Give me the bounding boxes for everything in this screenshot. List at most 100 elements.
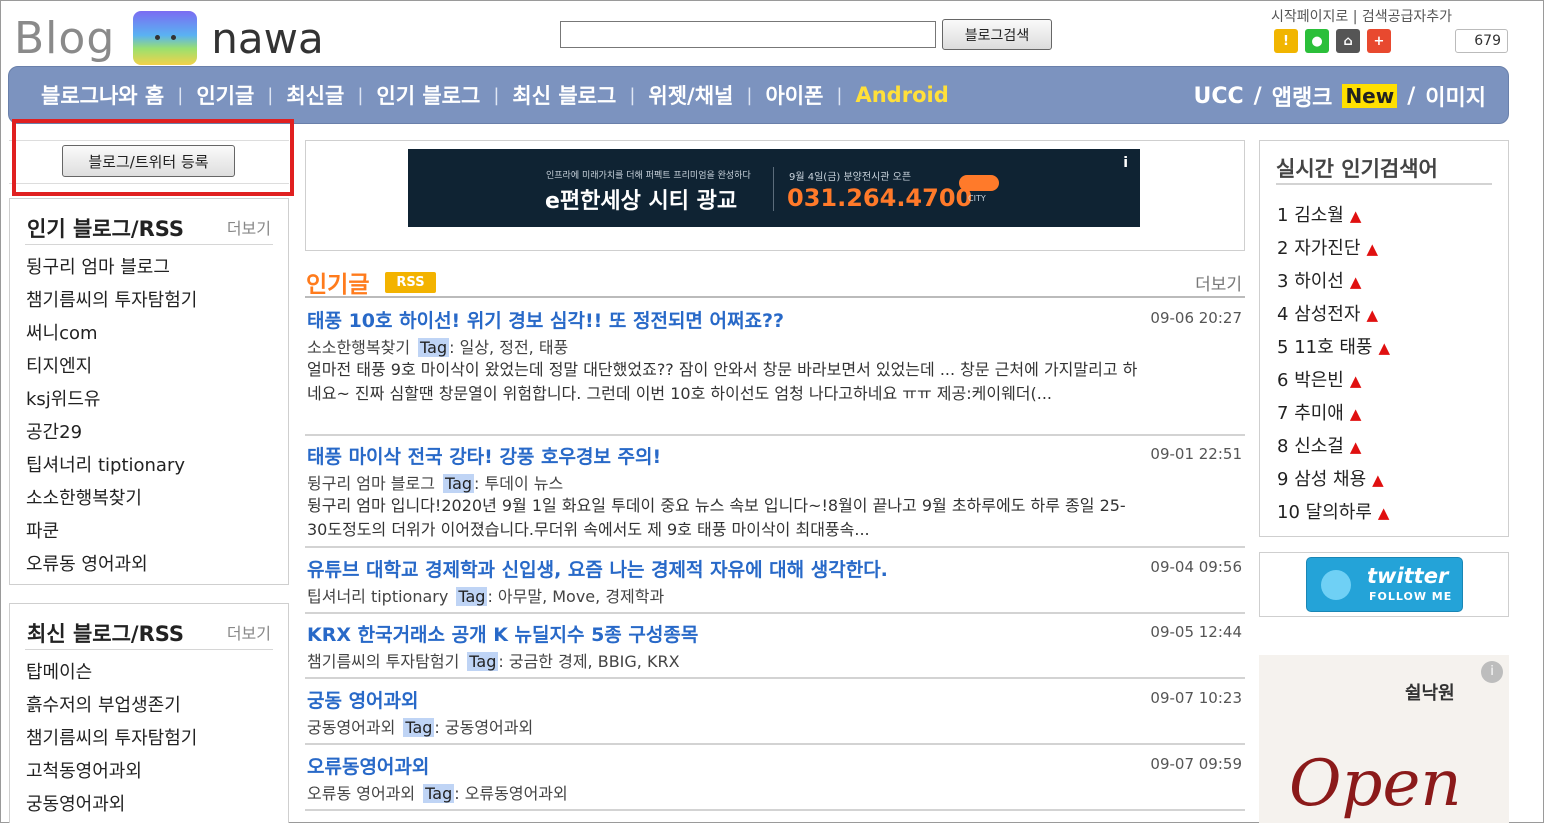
recent-blog-more-link[interactable]: 더보기 (227, 620, 271, 644)
list-item[interactable]: 궁동영어과외 (26, 788, 288, 821)
rank-term[interactable]: 자가진단 (1294, 238, 1360, 259)
post-tags[interactable]: : 궁금한 경제, BBIG, KRX (498, 652, 679, 671)
nav-latest-blogs[interactable]: 최신 블로그 (512, 80, 616, 110)
twitter-bird-icon (1321, 570, 1351, 600)
rank-item[interactable]: 8 신소걸 ▲ (1277, 430, 1390, 463)
rank-number: 1 (1277, 205, 1289, 226)
list-item[interactable]: 소소한행복찾기 (26, 482, 288, 515)
list-item[interactable]: 챔기름씨의 투자탐험기 (26, 722, 288, 755)
list-item[interactable]: 공간29 (26, 416, 288, 449)
post-blog-name[interactable]: 팁셔너리 tiptionary (307, 587, 448, 606)
rank-number: 9 (1277, 469, 1289, 490)
rank-item[interactable]: 2 자가진단 ▲ (1277, 232, 1390, 265)
nav-separator: | (267, 84, 274, 106)
post-title-link[interactable]: KRX 한국거래소 공개 K 뉴딜지수 5종 구성종목 (307, 620, 698, 647)
tag-label: Tag (403, 718, 435, 737)
list-item[interactable]: 챔기름씨의 투자탐험기 (26, 284, 288, 317)
post-title-link[interactable]: 태풍 마이삭 전국 강타! 강풍 호우경보 주의! (307, 442, 661, 469)
list-item[interactable]: 흙수저의 부업생존기 (26, 689, 288, 722)
post-date: 09-06 20:27 (1150, 309, 1242, 327)
twitter-follow-button[interactable]: twitter FOLLOW ME (1306, 557, 1463, 612)
nav-popular-posts[interactable]: 인기글 (196, 80, 254, 110)
site-logo[interactable]: Blog nawa (14, 10, 324, 66)
nav-ucc[interactable]: UCC (1194, 84, 1244, 109)
rank-up-icon: ▲ (1349, 372, 1362, 390)
ad-info-icon[interactable]: i (1481, 661, 1503, 683)
nav-android[interactable]: Android (855, 83, 948, 107)
open-ad-banner[interactable]: i 쉴낙원 Open (1259, 655, 1509, 823)
popular-blog-more-link[interactable]: 더보기 (227, 215, 271, 239)
list-item[interactable]: 고척동영어과외 (26, 755, 288, 788)
post-tags[interactable]: : 아무말, Move, 경제학과 (487, 587, 664, 606)
top-links[interactable]: 시작페이지로 | 검색공급자추가 (1271, 6, 1452, 26)
post-blog-name[interactable]: 소소한행복찾기 (307, 338, 410, 357)
list-item[interactable]: 오류동 영어과외 (26, 548, 288, 581)
post-tags[interactable]: : 오류동영어과외 (454, 784, 568, 803)
open-ad-text: Open (1289, 747, 1462, 821)
list-item[interactable]: 뒹구리 엄마 블로그 (26, 251, 288, 284)
rank-term[interactable]: 박은빈 (1294, 370, 1344, 391)
rank-number: 7 (1277, 403, 1289, 424)
rank-term[interactable]: 달의하루 (1306, 502, 1372, 523)
list-item[interactable]: 써니com (26, 317, 288, 350)
share-add-icon[interactable]: + (1367, 29, 1391, 53)
post-title-link[interactable]: 오류동영어과외 (307, 752, 429, 779)
rank-item[interactable]: 5 11호 태풍 ▲ (1277, 331, 1390, 364)
hot-posts-more-link[interactable]: 더보기 (1195, 270, 1242, 295)
list-item[interactable]: 티지엔지 (26, 350, 288, 383)
post-blog-name[interactable]: 오류동 영어과외 (307, 784, 415, 803)
list-item[interactable]: 탑메이슨 (26, 656, 288, 689)
rank-item[interactable]: 7 추미애 ▲ (1277, 397, 1390, 430)
rank-item[interactable]: 1 김소월 ▲ (1277, 199, 1390, 232)
rank-number: 3 (1277, 271, 1289, 292)
post-title-link[interactable]: 유튜브 대학교 경제학과 신입생, 요즘 나는 경제적 자유에 대해 생각한다. (307, 555, 888, 582)
post-title-link[interactable]: 궁동 영어과외 (307, 686, 419, 713)
post-meta: 궁동영어과외 Tag: 궁동영어과외 (307, 714, 533, 738)
post-title-link[interactable]: 태풍 10호 하이선! 위기 경보 심각!! 또 정전되면 어쩌죠?? (307, 306, 784, 333)
ad-banner[interactable]: 인프라에 미래가치를 더해 퍼펙트 프리미엄을 완성하다 e편한세상 시티 광교… (408, 149, 1140, 227)
ad-divider (773, 167, 774, 211)
rank-term[interactable]: 신소걸 (1294, 436, 1344, 457)
rank-item[interactable]: 9 삼성 채용 ▲ (1277, 463, 1390, 496)
rank-term[interactable]: 삼성전자 (1294, 304, 1360, 325)
share-home-icon[interactable]: ⌂ (1336, 29, 1360, 53)
nav-image[interactable]: 이미지 (1425, 80, 1486, 112)
list-item[interactable]: ksj위드유 (26, 383, 288, 416)
post-blog-name[interactable]: 궁동영어과외 (307, 718, 395, 737)
rss-badge[interactable]: RSS (385, 272, 436, 293)
rank-term[interactable]: 김소월 (1294, 205, 1344, 226)
rank-item[interactable]: 6 박은빈 ▲ (1277, 364, 1390, 397)
post-tags[interactable]: : 투데이 뉴스 (474, 474, 563, 493)
blog-search-button[interactable]: 블로그검색 (942, 19, 1052, 50)
nav-home[interactable]: 블로그나와 홈 (41, 80, 164, 110)
rank-term[interactable]: 삼성 채용 (1294, 469, 1366, 490)
ad-info-icon[interactable]: i (1123, 155, 1128, 171)
nav-apprank[interactable]: 앱랭크 (1272, 80, 1333, 112)
nav-latest-posts[interactable]: 최신글 (286, 80, 344, 110)
rank-item[interactable]: 3 하이선 ▲ (1277, 265, 1390, 298)
list-item[interactable]: 팁셔너리 tiptionary (26, 449, 288, 482)
recent-blog-box: 최신 블로그/RSS 더보기 탑메이슨 흙수저의 부업생존기 챔기름씨의 투자탐… (9, 603, 289, 823)
rank-term[interactable]: 11호 태풍 (1294, 337, 1372, 358)
rank-up-icon: ▲ (1377, 504, 1390, 522)
share-kakao-icon[interactable]: ! (1274, 29, 1298, 53)
search-input[interactable] (560, 21, 936, 48)
tag-label: Tag (423, 784, 455, 803)
hot-posts-title[interactable]: 인기글 (306, 265, 369, 299)
rank-item[interactable]: 4 삼성전자 ▲ (1277, 298, 1390, 331)
rank-number: 10 (1277, 502, 1300, 523)
highlight-box (12, 119, 294, 196)
nav-widget-channel[interactable]: 위젯/채널 (648, 80, 733, 110)
post-blog-name[interactable]: 뒹구리 엄마 블로그 (307, 474, 435, 493)
nav-iphone[interactable]: 아이폰 (765, 80, 823, 110)
post-tags[interactable]: : 궁동영어과외 (434, 718, 533, 737)
nav-separator: | (836, 84, 843, 106)
post-tags[interactable]: : 일상, 정전, 태풍 (449, 338, 568, 357)
rank-item[interactable]: 10 달의하루 ▲ (1277, 496, 1390, 529)
rank-term[interactable]: 하이선 (1294, 271, 1344, 292)
nav-popular-blogs[interactable]: 인기 블로그 (376, 80, 480, 110)
rank-term[interactable]: 추미애 (1294, 403, 1344, 424)
post-blog-name[interactable]: 챔기름씨의 투자탐험기 (307, 652, 459, 671)
share-line-icon[interactable]: ● (1305, 29, 1329, 53)
list-item[interactable]: 파쿤 (26, 515, 288, 548)
